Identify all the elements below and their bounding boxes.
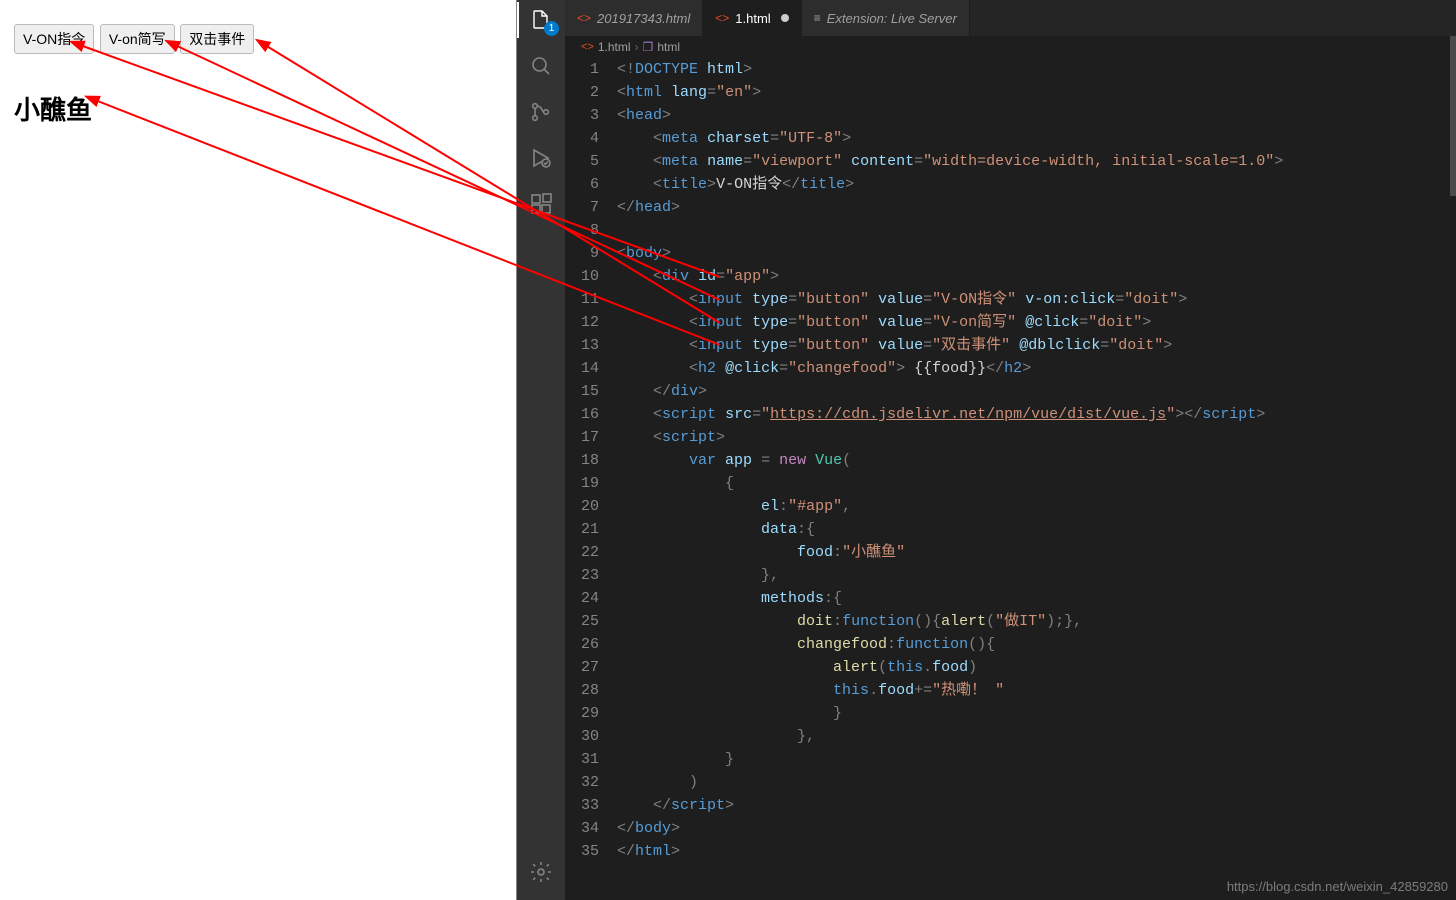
preview-button-1[interactable]: V-ON指令 [14,24,94,54]
tab-label: 201917343.html [597,11,690,26]
run-debug-icon[interactable] [529,146,553,170]
preview-buttons: V-ON指令 V-on简写 双击事件 [14,24,502,54]
breadcrumb-symbol: html [657,40,680,54]
tab-extension[interactable]: ≡ Extension: Live Server [802,0,970,36]
browser-preview-pane: V-ON指令 V-on简写 双击事件 小醮鱼 [0,0,517,900]
symbol-icon: ❐ [643,40,654,54]
explorer-icon[interactable]: 1 [529,8,553,32]
preview-button-3[interactable]: 双击事件 [180,24,254,54]
extensions-icon[interactable] [529,192,553,216]
tab-label: 1.html [735,11,770,26]
search-icon[interactable] [529,54,553,78]
html-file-icon: <> [577,11,591,25]
preview-heading[interactable]: 小醮鱼 [14,90,502,127]
html-file-icon: <> [715,11,729,25]
editor-tabs: <> 201917343.html <> 1.html ≡ Extension:… [565,0,1456,36]
tab-label: Extension: Live Server [827,11,957,26]
tab-file-1[interactable]: <> 201917343.html [565,0,703,36]
vscode-window: 1 <> 201917343.html [517,0,1456,900]
line-number-gutter: 1234567891011121314151617181920212223242… [565,58,617,900]
activity-bar: 1 [517,0,565,900]
chevron-right-icon: › [635,40,639,54]
extension-icon: ≡ [814,11,821,25]
breadcrumb[interactable]: <> 1.html › ❐ html [565,36,1456,58]
html-file-icon: <> [581,41,594,53]
code-content[interactable]: <!DOCTYPE html><html lang="en"><head> <m… [617,58,1456,900]
code-editor[interactable]: 1234567891011121314151617181920212223242… [565,58,1456,900]
modified-dot-icon [781,14,789,22]
source-control-icon[interactable] [529,100,553,124]
settings-gear-icon[interactable] [529,860,553,884]
tab-file-2[interactable]: <> 1.html [703,0,801,36]
watermark: https://blog.csdn.net/weixin_42859280 [1227,879,1448,894]
breadcrumb-file: 1.html [598,40,631,54]
preview-button-2[interactable]: V-on简写 [100,24,175,54]
explorer-badge: 1 [544,21,559,36]
scrollbar[interactable] [1450,36,1456,196]
